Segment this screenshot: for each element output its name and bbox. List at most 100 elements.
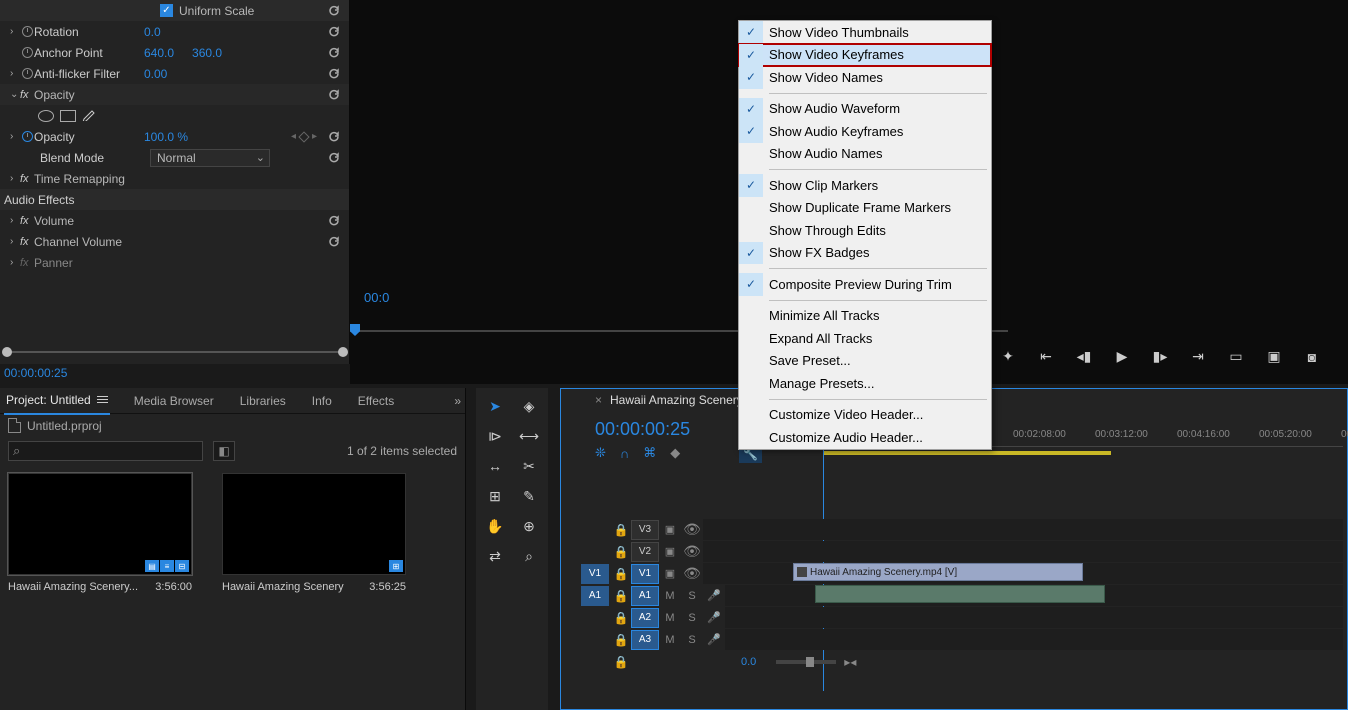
mic-icon[interactable]: 🎤 bbox=[703, 611, 725, 624]
rotation-value[interactable]: 0.0 bbox=[144, 25, 161, 39]
reset-icon[interactable] bbox=[327, 151, 341, 165]
pen-tool-icon[interactable]: ✎ bbox=[519, 486, 539, 506]
menu-item[interactable]: ✓Show FX Badges bbox=[739, 242, 991, 265]
menu-item[interactable]: ✓Show Duplicate Frame Markers bbox=[739, 197, 991, 220]
reset-icon[interactable] bbox=[327, 67, 341, 81]
close-icon[interactable]: × bbox=[595, 393, 602, 407]
menu-item[interactable]: ✓Show Video Names bbox=[739, 66, 991, 89]
eye-icon[interactable]: 👁 bbox=[681, 521, 703, 538]
eye-icon[interactable]: 👁 bbox=[681, 543, 703, 560]
reset-icon[interactable] bbox=[327, 214, 341, 228]
panner-header[interactable]: ›fxPanner bbox=[0, 252, 349, 273]
stopwatch-icon[interactable] bbox=[20, 26, 34, 37]
solo-icon[interactable]: S bbox=[681, 612, 703, 624]
pen-icon[interactable] bbox=[82, 107, 96, 124]
opacity-header[interactable]: ⌄ fx Opacity bbox=[0, 84, 349, 105]
camera-icon[interactable]: ◙ bbox=[1302, 349, 1322, 365]
razor-tool-icon[interactable]: ✂ bbox=[519, 456, 539, 476]
audio-clip[interactable] bbox=[815, 585, 1105, 603]
mic-icon[interactable]: 🎤 bbox=[703, 633, 725, 646]
rate-stretch-icon[interactable]: ↔ bbox=[485, 456, 505, 476]
add-marker-icon[interactable]: ✦ bbox=[998, 348, 1018, 365]
tab-effects[interactable]: Effects bbox=[356, 388, 396, 414]
lock-icon[interactable]: 🔒 bbox=[611, 633, 631, 647]
menu-item[interactable]: ✓Show Audio Names bbox=[739, 143, 991, 166]
menu-item[interactable]: ✓Show Video Thumbnails bbox=[739, 21, 991, 44]
menu-item[interactable]: ✓Expand All Tracks bbox=[739, 327, 991, 350]
filter-bin-icon[interactable]: ◧ bbox=[213, 441, 235, 461]
lift-icon[interactable]: ▭ bbox=[1226, 348, 1246, 365]
menu-item[interactable]: ✓Customize Video Header... bbox=[739, 404, 991, 427]
lock-icon[interactable]: 🔒 bbox=[611, 567, 631, 581]
bin-item[interactable]: ▤≡⊟ Hawaii Amazing Scenery...3:56:00 bbox=[8, 473, 204, 593]
extract-icon[interactable]: ▣ bbox=[1264, 348, 1284, 365]
menu-item[interactable]: ✓Show Audio Waveform bbox=[739, 98, 991, 121]
hand-tool-icon[interactable]: ✋ bbox=[485, 516, 505, 536]
anchor-x[interactable]: 640.0 bbox=[144, 46, 174, 60]
tab-libraries[interactable]: Libraries bbox=[238, 388, 288, 414]
mark-out-icon[interactable]: ⇥ bbox=[1188, 348, 1208, 365]
play-icon[interactable]: ▶ bbox=[1112, 348, 1132, 365]
lock-icon[interactable]: 🔒 bbox=[611, 545, 631, 559]
mute-icon[interactable]: M bbox=[659, 590, 681, 602]
blend-mode-select[interactable]: Normal bbox=[150, 149, 270, 167]
menu-item[interactable]: ✓Customize Audio Header... bbox=[739, 426, 991, 449]
time-remap-header[interactable]: › fx Time Remapping bbox=[0, 168, 349, 189]
zoom-value[interactable]: 0.0 bbox=[741, 656, 756, 668]
chevron-down-icon[interactable]: ⌄ bbox=[10, 89, 20, 100]
rect-mask-icon[interactable] bbox=[60, 110, 76, 122]
eye-icon[interactable]: 👁 bbox=[681, 565, 703, 582]
tab-project[interactable]: Project: Untitled bbox=[4, 387, 110, 415]
source-patch-v1[interactable]: V1 bbox=[581, 564, 609, 584]
stopwatch-icon[interactable] bbox=[20, 47, 34, 58]
track-select-icon[interactable]: ◈ bbox=[519, 396, 539, 416]
chevron-right-icon[interactable]: › bbox=[10, 26, 20, 37]
tab-media-browser[interactable]: Media Browser bbox=[132, 388, 216, 414]
chevron-right-icon[interactable]: › bbox=[10, 173, 20, 184]
menu-item[interactable]: ✓Show Video Keyframes bbox=[739, 44, 991, 67]
video-clip[interactable]: Hawaii Amazing Scenery.mp4 [V] bbox=[793, 563, 1083, 581]
source-patch-a1[interactable]: A1 bbox=[581, 586, 609, 606]
work-area-bar[interactable] bbox=[823, 451, 1111, 455]
rolling-edit-icon[interactable]: ⟷ bbox=[519, 426, 539, 446]
volume-header[interactable]: ›fxVolume bbox=[0, 210, 349, 231]
bin-item[interactable]: ⊞ Hawaii Amazing Scenery3:56:25 bbox=[222, 473, 418, 593]
marker-icon[interactable]: ◆ bbox=[670, 445, 680, 461]
reset-icon[interactable] bbox=[327, 88, 341, 102]
ellipse-mask-icon[interactable] bbox=[38, 110, 54, 122]
opacity-value[interactable]: 100.0 % bbox=[144, 130, 188, 144]
reset-icon[interactable] bbox=[327, 235, 341, 249]
search-input[interactable] bbox=[8, 441, 203, 461]
toggle-output-icon[interactable]: ▣ bbox=[659, 523, 681, 536]
anchor-y[interactable]: 360.0 bbox=[192, 46, 222, 60]
step-back-icon[interactable]: ◂▮ bbox=[1074, 348, 1094, 365]
lock-icon[interactable]: 🔒 bbox=[611, 589, 631, 603]
tabs-overflow-icon[interactable]: » bbox=[454, 394, 461, 408]
antiflicker-value[interactable]: 0.00 bbox=[144, 67, 167, 81]
source-timecode[interactable]: 00:00:00:25 bbox=[4, 366, 67, 380]
reset-icon[interactable] bbox=[327, 46, 341, 60]
ripple-edit-icon[interactable]: ⧐ bbox=[485, 426, 505, 446]
stopwatch-icon[interactable] bbox=[20, 131, 34, 142]
toggle-output-icon[interactable]: ▣ bbox=[659, 567, 681, 580]
chevron-right-icon[interactable]: › bbox=[10, 131, 20, 142]
zoom-slider[interactable] bbox=[776, 660, 836, 664]
menu-item[interactable]: ✓Save Preset... bbox=[739, 350, 991, 373]
menu-item[interactable]: ✓Show Through Edits bbox=[739, 219, 991, 242]
panel-menu-icon[interactable] bbox=[97, 396, 108, 403]
timeline-timecode[interactable]: 00:00:00:25 bbox=[595, 419, 690, 440]
slip-tool-icon[interactable]: ⊞ bbox=[485, 486, 505, 506]
zoom-tool-icon[interactable]: ⌕ bbox=[519, 546, 539, 566]
menu-item[interactable]: ✓Manage Presets... bbox=[739, 372, 991, 395]
reset-icon[interactable] bbox=[327, 4, 341, 18]
tab-info[interactable]: Info bbox=[310, 388, 334, 414]
channel-volume-header[interactable]: ›fxChannel Volume bbox=[0, 231, 349, 252]
lock-icon[interactable]: 🔒 bbox=[611, 611, 631, 625]
menu-item[interactable]: ✓Minimize All Tracks bbox=[739, 305, 991, 328]
nest-icon[interactable]: ❊ bbox=[595, 445, 606, 461]
menu-item[interactable]: ✓Composite Preview During Trim bbox=[739, 273, 991, 296]
linked-sel-icon[interactable]: ⌘ bbox=[643, 445, 656, 461]
end-icon[interactable]: ▸◂ bbox=[844, 655, 856, 669]
lock-icon[interactable]: 🔒 bbox=[611, 523, 631, 537]
clip-thumbnail[interactable]: ▤≡⊟ bbox=[8, 473, 192, 575]
